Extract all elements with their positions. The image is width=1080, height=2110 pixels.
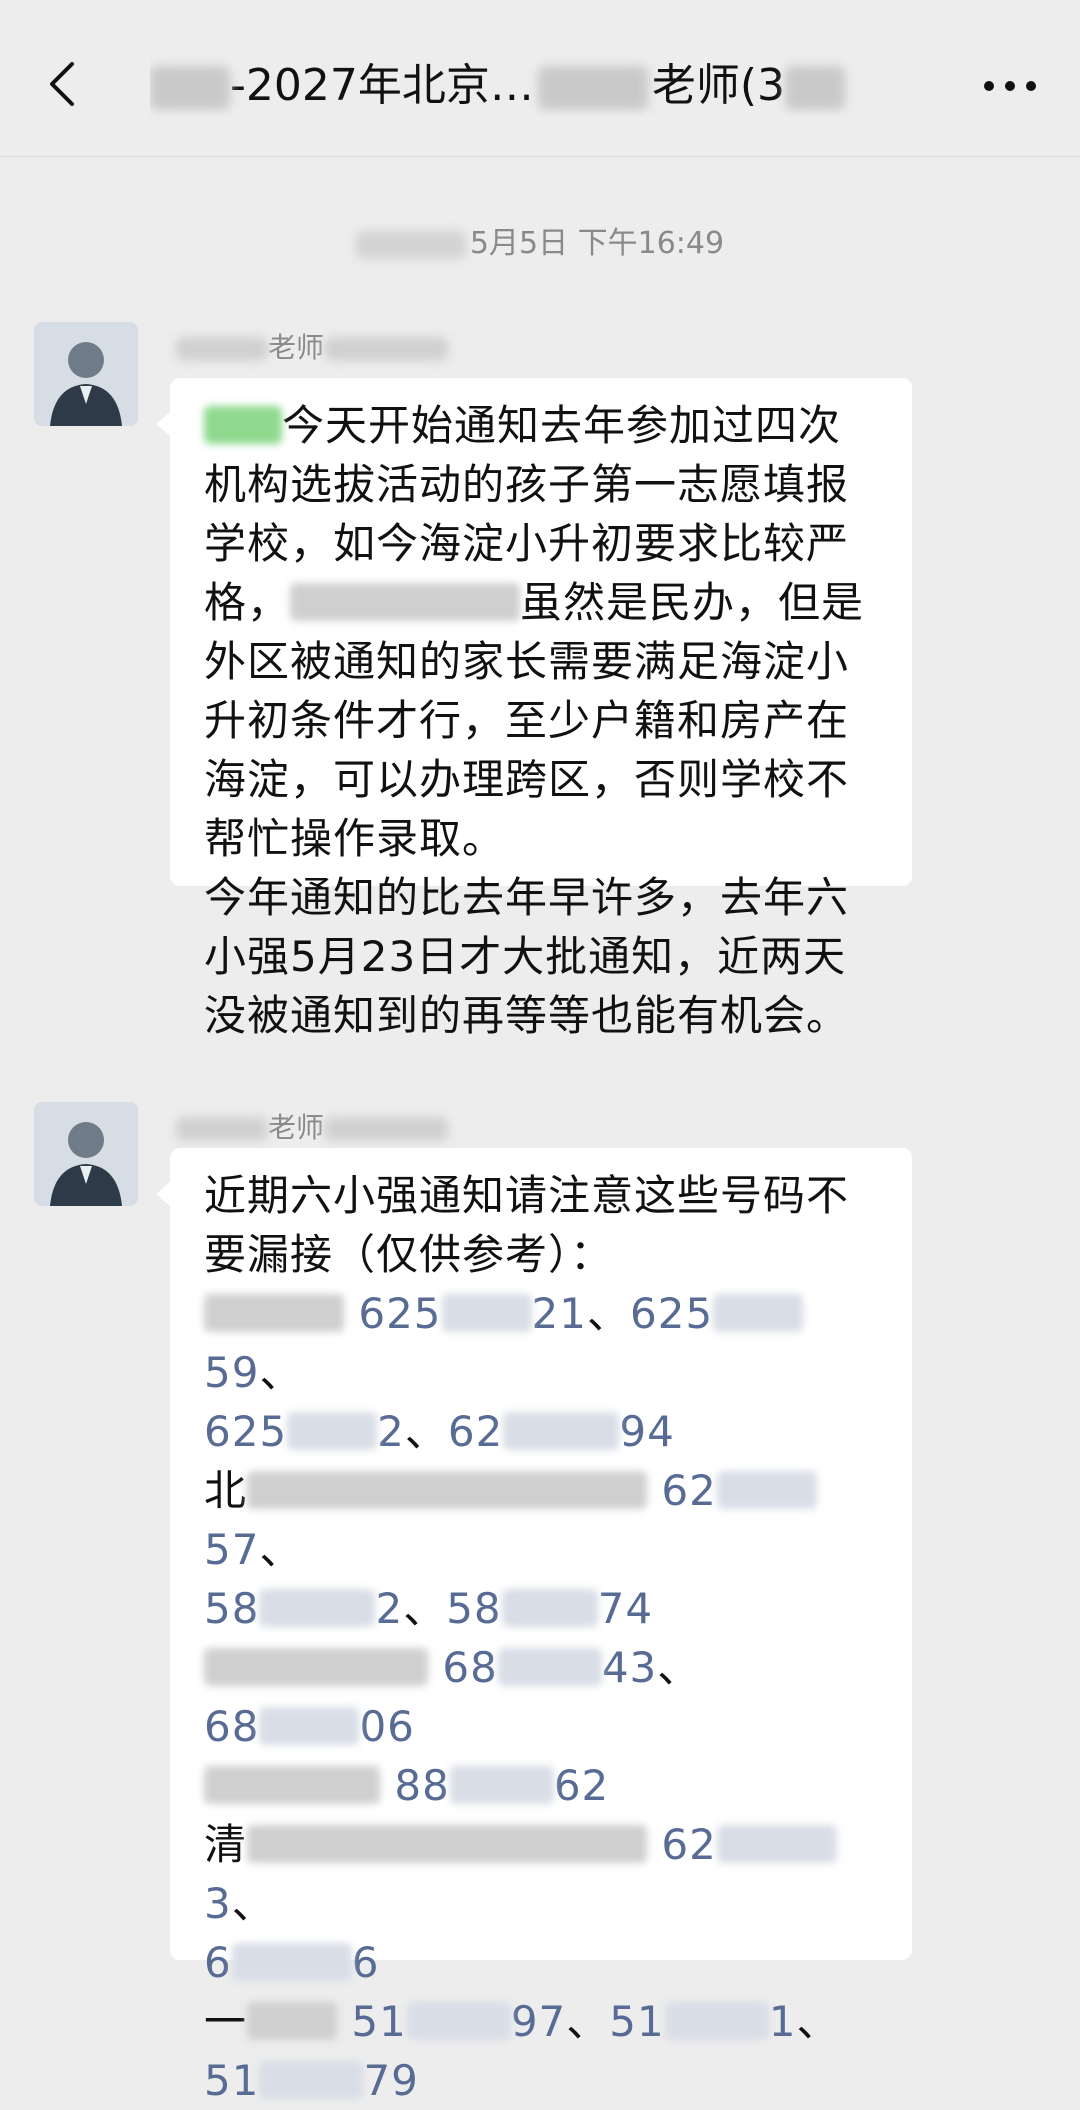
blurred-school <box>204 1294 344 1332</box>
phone-link[interactable]: 66 <box>204 1938 379 1987</box>
timestamp-text: 5月5日 下午16:49 <box>469 226 725 261</box>
back-button[interactable] <box>34 56 90 112</box>
more-button[interactable] <box>974 58 1046 114</box>
avatar[interactable] <box>34 322 138 426</box>
blurred-school <box>247 2002 338 2040</box>
blurred-name <box>176 337 268 361</box>
blurred-school <box>290 583 521 621</box>
blurred-school <box>247 1825 648 1863</box>
message-paragraph: 今天开始通知去年参加过四次机构选拔活动的孩子第一志愿填报学校，如今海淀小升初要求… <box>204 396 882 868</box>
phone-link[interactable]: 68 06 <box>204 1702 415 1751</box>
phone-link[interactable]: 68 43 <box>442 1643 657 1692</box>
phone-line: 清 623、 <box>204 1815 882 1933</box>
blurred-name <box>150 66 230 110</box>
blurred-school <box>204 1648 428 1686</box>
more-dots-icon <box>984 81 1036 91</box>
phone-link[interactable]: 58 74 <box>446 1584 653 1633</box>
phone-link[interactable]: 88 62 <box>394 1761 609 1810</box>
avatar[interactable] <box>34 1102 138 1206</box>
phone-line: 68 06 <box>204 1697 882 1756</box>
blurred-school <box>247 1471 648 1509</box>
phone-link[interactable]: 625 2 <box>204 1407 405 1456</box>
phone-line: 北 6257、 <box>204 1461 882 1579</box>
blurred-count <box>785 66 846 110</box>
message-timestamp: 5月5日 下午16:49 <box>0 218 1080 262</box>
blurred-year <box>355 230 466 259</box>
phone-line: 51 79 <box>204 2051 882 2110</box>
blurred-mention <box>204 406 282 444</box>
phone-line: 66 <box>204 1933 882 1992</box>
chat-title-part1: -2027年北京… <box>230 60 534 111</box>
avatar-image <box>34 322 138 426</box>
sender-label: 老师 <box>268 1111 325 1144</box>
sender-name: 老师 <box>176 1110 449 1146</box>
blurred-name <box>324 337 449 361</box>
phone-link[interactable]: 58 2 <box>204 1584 403 1633</box>
message-text: 近期六小强通知请注意这些号码不要漏接（仅供参考）： <box>204 1171 850 1279</box>
blurred-name <box>537 66 648 110</box>
phone-link[interactable]: 625 21 <box>358 1289 587 1338</box>
sender-label: 老师 <box>268 331 325 364</box>
blurred-school <box>204 1766 380 1804</box>
sender-name: 老师 <box>176 330 449 366</box>
phone-line: 625 2、62 94 <box>204 1407 675 1456</box>
phone-link[interactable]: 62 94 <box>448 1407 675 1456</box>
top-nav-bar: -2027年北京… 老师(3 <box>0 0 1080 157</box>
phone-link[interactable]: 51 1 <box>609 1997 796 2046</box>
chat-title: -2027年北京… 老师(3 <box>150 56 910 116</box>
phone-link[interactable]: 51 97 <box>351 1997 566 2046</box>
message-paragraph: 今年通知的比去年早许多，去年六小强5月23日才大批通知，近两天没被通知到的再等等… <box>204 873 850 1040</box>
message-bubble[interactable]: 今天开始通知去年参加过四次机构选拔活动的孩子第一志愿填报学校，如今海淀小升初要求… <box>156 378 912 1040</box>
blurred-name <box>324 1117 449 1141</box>
blurred-name <box>176 1117 268 1141</box>
avatar-image <box>34 1102 138 1206</box>
chat-title-part2: 老师(3 <box>651 60 786 111</box>
phone-line: 625 21、62559、 <box>204 1284 882 1402</box>
phone-line: 58 2、58 74 <box>204 1584 654 1633</box>
phone-line: 88 62 <box>204 1756 882 1815</box>
message-bubble[interactable]: 近期六小强通知请注意这些号码不要漏接（仅供参考）： 625 21、62559、 6… <box>156 1148 912 2105</box>
chevron-left-icon <box>50 62 74 106</box>
phone-line: 一 51 97、51 1、 <box>204 1997 840 2046</box>
phone-line: 68 43、 <box>204 1638 882 1697</box>
phone-link[interactable]: 51 79 <box>204 2056 419 2105</box>
